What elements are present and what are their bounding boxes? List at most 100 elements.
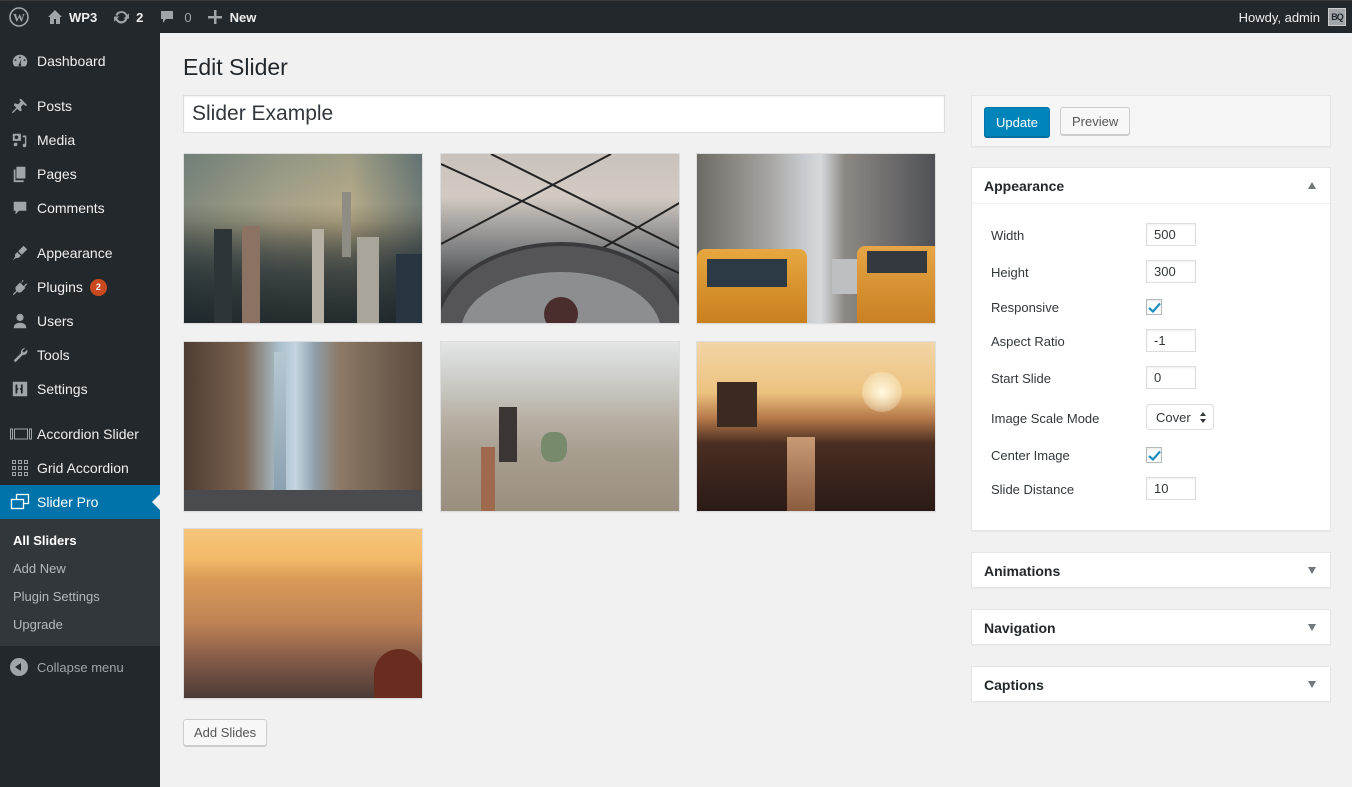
taxi-window — [867, 251, 927, 273]
navigation-panel[interactable]: Navigation — [971, 609, 1331, 645]
wordpress-icon: W — [9, 7, 29, 27]
collapse-label: Collapse menu — [37, 659, 124, 675]
sidebar-item-posts[interactable]: Posts — [0, 89, 160, 123]
animations-panel[interactable]: Animations — [971, 552, 1331, 588]
sidebar-item-dashboard[interactable]: Dashboard — [0, 44, 160, 78]
collapse-up-icon[interactable] — [1308, 182, 1316, 189]
slide-image-train-sunset — [697, 342, 935, 511]
updates-count: 2 — [136, 9, 144, 25]
accordion-slider-icon — [10, 424, 32, 444]
height-label: Height — [991, 264, 1029, 280]
suv-shape — [832, 259, 857, 294]
captions-panel[interactable]: Captions — [971, 666, 1331, 702]
tree-shape — [374, 649, 422, 698]
building-shape — [717, 382, 757, 427]
image-scale-mode-select[interactable]: Cover — [1146, 404, 1214, 430]
comments-link[interactable]: 0 — [151, 1, 199, 34]
slide-distance-label: Slide Distance — [991, 481, 1075, 497]
slide-thumbnail[interactable] — [183, 341, 423, 512]
building-shape — [242, 226, 260, 323]
sidebar-label: Grid Accordion — [37, 460, 129, 476]
svg-text:W: W — [13, 11, 25, 25]
sidebar-item-users[interactable]: Users — [0, 304, 160, 338]
sidebar-label: Plugins — [37, 279, 83, 295]
slide-thumbnail[interactable] — [183, 153, 423, 324]
expand-down-icon[interactable] — [1308, 567, 1316, 574]
slide-image-skyline — [184, 154, 422, 323]
fence-lines — [441, 154, 679, 323]
aspect-ratio-input[interactable] — [1146, 329, 1196, 352]
my-account[interactable]: Howdy, admin BQ — [1239, 8, 1352, 26]
sidebar-item-accordion-slider[interactable]: Accordion Slider — [0, 417, 160, 451]
dashboard-icon — [10, 51, 30, 71]
update-button[interactable]: Update — [984, 107, 1050, 137]
expand-down-icon[interactable] — [1308, 681, 1316, 688]
building-shape — [214, 229, 232, 323]
select-value: Cover — [1156, 409, 1191, 425]
submenu-all-sliders[interactable]: All Sliders — [0, 526, 160, 554]
sidebar-item-grid-accordion[interactable]: Grid Accordion — [0, 451, 160, 485]
captions-panel-header[interactable]: Captions — [972, 667, 1330, 703]
building-shape — [357, 237, 379, 323]
center-image-checkbox[interactable] — [1146, 447, 1162, 463]
wordpress-logo-button[interactable]: W — [0, 1, 39, 34]
slide-thumbnail[interactable] — [696, 153, 936, 324]
sidebar-item-plugins[interactable]: Plugins 2 — [0, 270, 160, 304]
updates-link[interactable]: 2 — [105, 1, 151, 34]
settings-icon — [10, 379, 30, 399]
taxi-window — [707, 259, 787, 287]
building-shape — [342, 192, 351, 257]
slider-pro-submenu: All Sliders Add New Plugin Settings Upgr… — [0, 519, 160, 646]
actions-panel: Update Preview — [971, 95, 1331, 147]
sidebar-item-appearance[interactable]: Appearance — [0, 236, 160, 270]
responsive-checkbox[interactable] — [1146, 299, 1162, 315]
admin-bar: W WP3 2 0 New Howdy, admin BQ — [0, 0, 1352, 33]
center-image-label: Center Image — [991, 447, 1070, 463]
new-label: New — [229, 9, 257, 25]
slide-thumbnail[interactable] — [440, 153, 680, 324]
sidebar-item-slider-pro[interactable]: Slider Pro — [0, 485, 160, 519]
slide-distance-input[interactable] — [1146, 477, 1196, 500]
submenu-upgrade[interactable]: Upgrade — [0, 610, 160, 638]
building-shape — [396, 254, 422, 323]
slide-thumbnail[interactable] — [183, 528, 423, 699]
slide-thumbnail[interactable] — [440, 341, 680, 512]
sidebar-item-comments[interactable]: Comments — [0, 191, 160, 225]
new-content-link[interactable]: New — [200, 1, 265, 34]
sidebar-item-settings[interactable]: Settings — [0, 372, 160, 406]
start-slide-input[interactable] — [1146, 366, 1196, 389]
submenu-plugin-settings[interactable]: Plugin Settings — [0, 582, 160, 610]
height-input[interactable] — [1146, 260, 1196, 283]
sidebar-label: Users — [37, 313, 74, 329]
sidebar-item-pages[interactable]: Pages — [0, 157, 160, 191]
panel-title: Animations — [984, 563, 1061, 579]
submenu-add-new[interactable]: Add New — [0, 554, 160, 582]
sidebar-item-media[interactable]: Media — [0, 123, 160, 157]
width-input[interactable] — [1146, 223, 1196, 246]
site-name-link[interactable]: WP3 — [39, 1, 105, 34]
main-content: Edit Slider Slider Example Add Slides Up… — [160, 33, 1352, 787]
slider-pro-icon — [10, 492, 30, 512]
collapse-arrow-icon — [10, 658, 28, 676]
select-arrows-icon — [1200, 412, 1206, 423]
collapse-menu-button[interactable]: Collapse menu — [0, 650, 160, 684]
navigation-panel-header[interactable]: Navigation — [972, 610, 1330, 646]
user-icon — [10, 311, 30, 331]
add-slides-button[interactable]: Add Slides — [183, 719, 268, 746]
appearance-panel-header[interactable]: Appearance — [972, 168, 1330, 204]
slider-name-input[interactable] — [183, 95, 945, 133]
sidebar-label: Dashboard — [37, 53, 106, 69]
sidebar-label: Posts — [37, 98, 73, 114]
sun-shape — [862, 372, 902, 412]
slide-image-binoculars — [441, 154, 679, 323]
pin-icon — [10, 96, 30, 116]
wrench-icon — [10, 345, 30, 365]
paintbrush-icon — [10, 243, 30, 263]
slide-image-golden-city — [184, 529, 422, 698]
expand-down-icon[interactable] — [1308, 624, 1316, 631]
animations-panel-header[interactable]: Animations — [972, 553, 1330, 589]
preview-button[interactable]: Preview — [1060, 107, 1131, 135]
sidebar-label: Comments — [37, 200, 105, 216]
sidebar-item-tools[interactable]: Tools — [0, 338, 160, 372]
slide-thumbnail[interactable] — [696, 341, 936, 512]
